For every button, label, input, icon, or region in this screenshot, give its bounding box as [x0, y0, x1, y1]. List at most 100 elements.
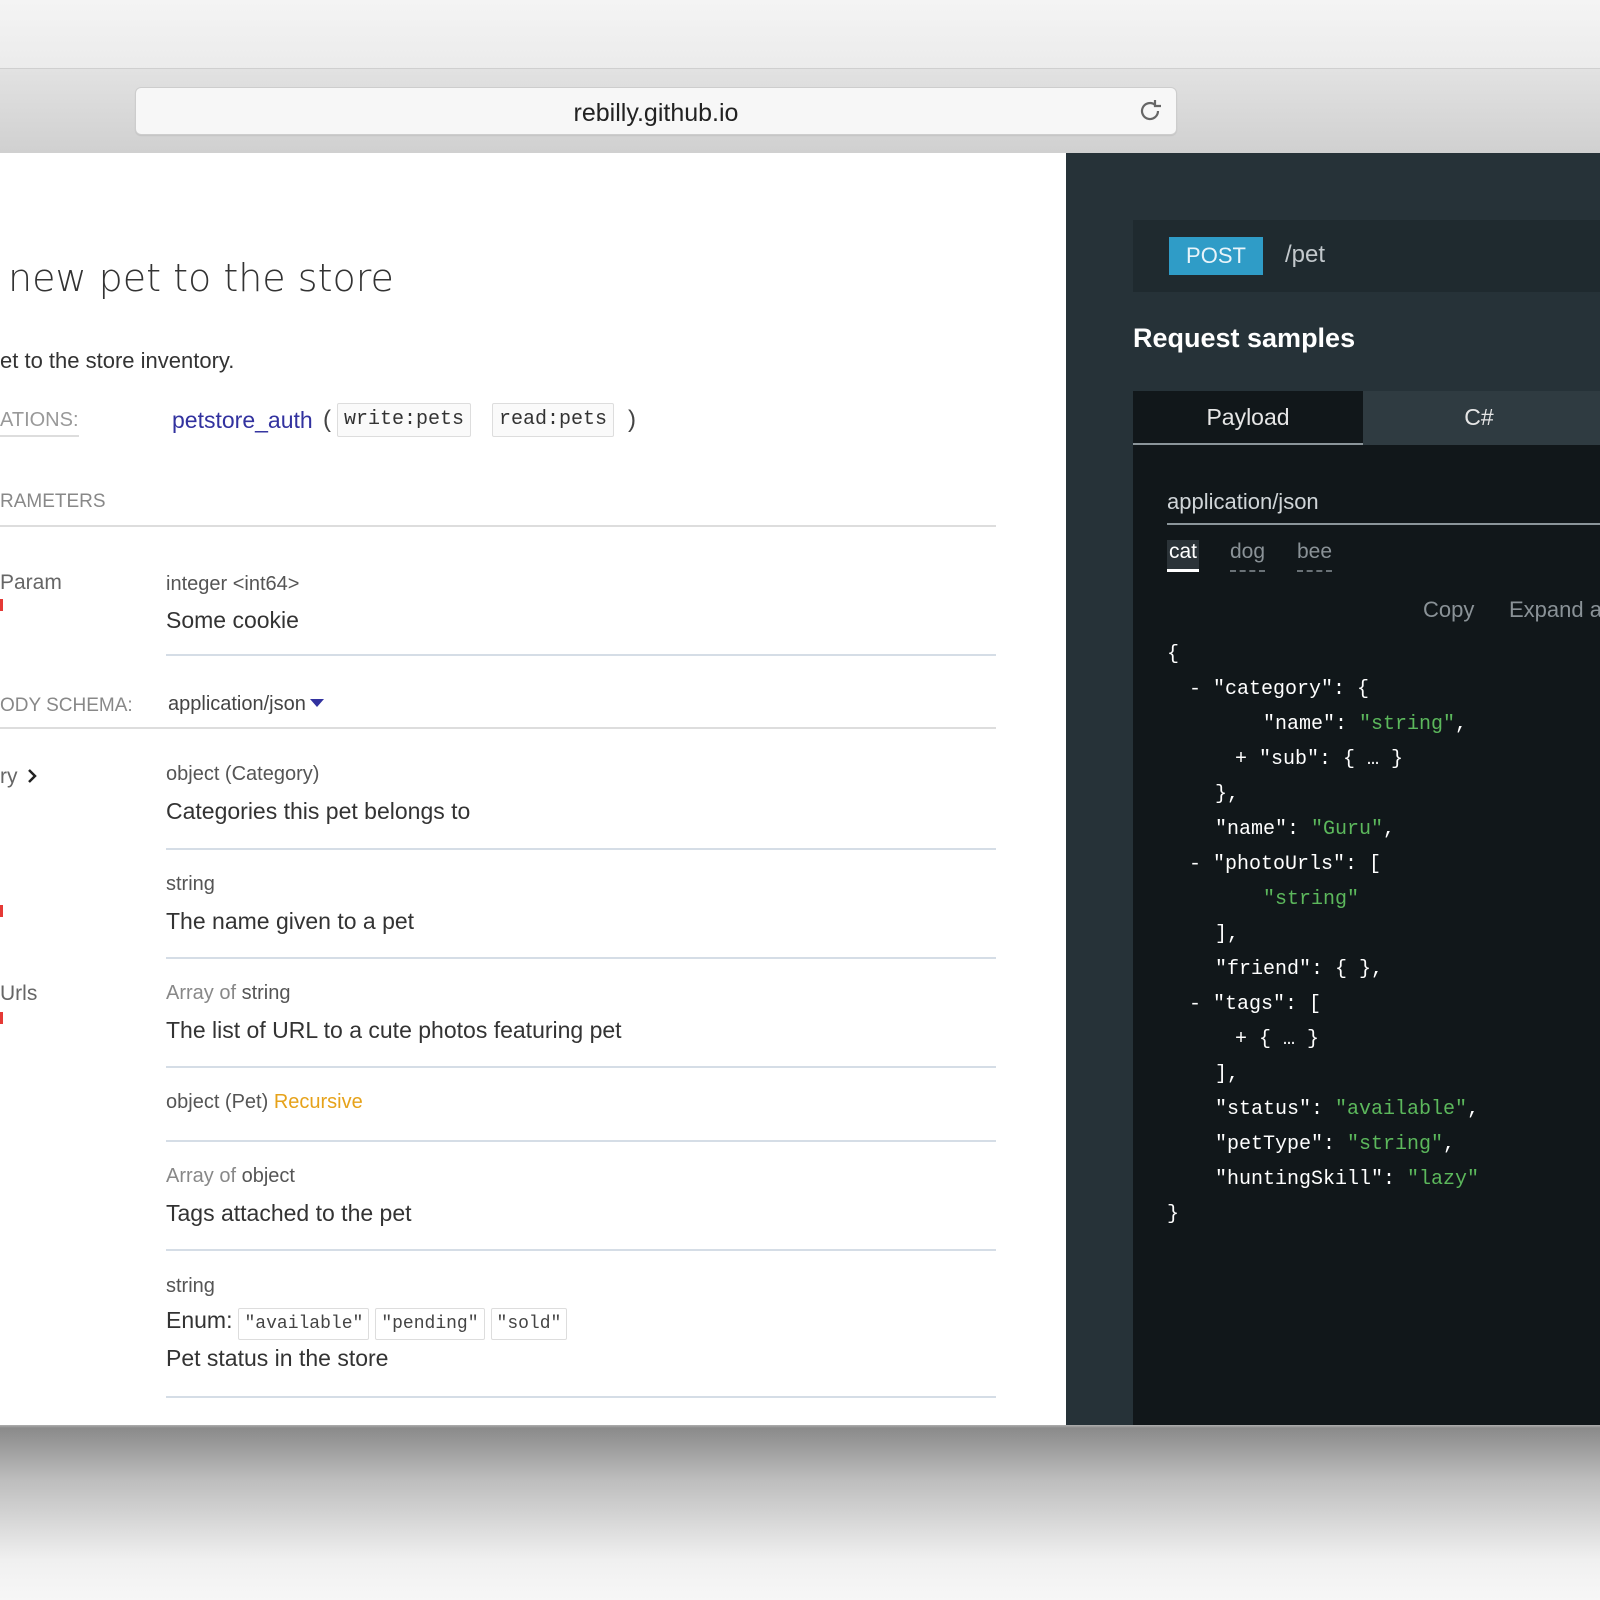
page: new pet to the store et to the store inv… — [0, 153, 1600, 1425]
row-divider — [166, 848, 996, 850]
required-mark — [0, 905, 3, 917]
enum-value: "pending" — [375, 1308, 485, 1340]
tab-payload[interactable]: Payload — [1133, 391, 1363, 445]
content-type-value: application/json — [168, 693, 306, 715]
docs-panel: new pet to the store et to the store inv… — [0, 153, 1066, 1425]
collapse-toggle[interactable]: - — [1189, 993, 1213, 1016]
enum-row: Enum: "available" "pending" "sold" — [166, 1307, 568, 1340]
code-line: "name": "string", — [1263, 713, 1468, 736]
request-samples-title: Request samples — [1133, 323, 1356, 353]
field-type-kind: object — [166, 1091, 220, 1113]
field-type: Array of string — [166, 982, 291, 1005]
code-line: "string" — [1263, 888, 1360, 911]
code-line: } — [1167, 1203, 1180, 1226]
field-type: object (Pet) Recursive — [166, 1091, 363, 1114]
code-line: }, — [1215, 783, 1240, 806]
field-type: Array of object — [166, 1165, 295, 1188]
code-line: ], — [1215, 923, 1240, 946]
sample-tabs: Payload C# — [1133, 391, 1600, 445]
row-divider — [166, 654, 996, 656]
endpoint-path: /pet — [1285, 241, 1326, 268]
param-name: Param — [0, 571, 62, 594]
enum-label: Enum: — [166, 1307, 233, 1333]
reload-icon[interactable] — [1136, 97, 1164, 125]
code-line: "huntingSkill": "lazy" — [1215, 1168, 1480, 1191]
authorizations-label: ATIONS: — [0, 409, 79, 437]
expand-toggle[interactable]: + — [1235, 1028, 1259, 1051]
body-schema-label: ODY SCHEMA: — [0, 695, 133, 716]
field-name: ry — [0, 765, 18, 788]
expand-toggle[interactable]: + — [1235, 748, 1259, 771]
field-name-toggle[interactable]: ry — [0, 765, 38, 789]
address-text: rebilly.github.io — [573, 99, 739, 127]
param-type: integer <int64> — [166, 573, 300, 595]
body-schema-row: ODY SCHEMA: application/json — [0, 691, 996, 729]
row-divider — [166, 1066, 996, 1068]
auth-open-paren: ( — [323, 406, 331, 433]
row-divider — [166, 957, 996, 959]
caret-down-icon — [309, 699, 324, 707]
samples-panel: POST /pet Request samples Payload C# app… — [1066, 153, 1600, 1425]
required-mark — [0, 599, 3, 611]
enum-value: "available" — [238, 1308, 370, 1340]
field-description: Tags attached to the pet — [166, 1200, 412, 1226]
field-type-detail: object — [236, 1165, 295, 1187]
collapse-toggle[interactable]: - — [1189, 853, 1213, 876]
field-type-detail: (Category) — [219, 763, 320, 785]
enum-value: "sold" — [490, 1308, 568, 1340]
code-line: "name": "Guru", — [1215, 818, 1396, 841]
field-description: The name given to a pet — [166, 908, 415, 934]
operation-title: new pet to the store — [8, 256, 394, 300]
example-tab-cat[interactable]: cat — [1167, 540, 1200, 572]
field-type: string — [166, 873, 215, 896]
row-divider — [166, 1140, 996, 1142]
example-tab-dog[interactable]: dog — [1230, 540, 1266, 572]
content-type-label[interactable]: application/json — [1167, 489, 1600, 525]
field-type-kind: Array of — [166, 982, 237, 1004]
code-line: "status": "available", — [1215, 1098, 1480, 1121]
code-line: "petType": "string", — [1215, 1133, 1456, 1156]
code-line: + { … } — [1235, 1028, 1320, 1051]
row-divider — [166, 1249, 996, 1251]
field-type: object (Category) — [166, 763, 319, 786]
field-description: Pet status in the store — [166, 1345, 389, 1371]
recursive-label: Recursive — [273, 1091, 363, 1113]
code-sample: application/json cat dog bee Copy Expand… — [1133, 445, 1600, 1425]
code-line: "friend": { }, — [1215, 958, 1384, 981]
field-type-kind: Array of — [166, 1165, 237, 1187]
code-line: { — [1167, 643, 1180, 666]
code-line: - "photoUrls": [ — [1189, 853, 1382, 876]
scope-tag: read:pets — [492, 403, 615, 437]
chevron-right-icon — [27, 769, 37, 783]
browser-toolbar: rebilly.github.io — [0, 68, 1600, 154]
code-line: + "sub": { … } — [1235, 748, 1404, 771]
field-description: Categories this pet belongs to — [166, 798, 471, 824]
field-name: Urls — [0, 982, 38, 1005]
row-divider — [166, 1396, 996, 1398]
operation-description: et to the store inventory. — [0, 348, 235, 373]
required-mark — [0, 1012, 3, 1024]
expand-all-button[interactable]: Expand a — [1509, 597, 1600, 623]
code-line: - "tags": [ — [1189, 993, 1322, 1016]
field-type-kind: string — [166, 873, 215, 895]
http-method-badge: POST — [1169, 237, 1263, 275]
field-type-detail: (Pet) — [219, 1091, 274, 1113]
tab-csharp[interactable]: C# — [1363, 391, 1595, 443]
content-type-dropdown[interactable]: application/json — [168, 693, 324, 716]
address-bar[interactable]: rebilly.github.io — [135, 87, 1177, 135]
code-line: ], — [1215, 1063, 1240, 1086]
scope-tag: write:pets — [337, 403, 472, 437]
parameters-header: RAMETERS — [0, 491, 996, 527]
endpoint-box[interactable]: POST /pet — [1133, 220, 1600, 292]
example-tab-bee[interactable]: bee — [1297, 540, 1333, 572]
field-type: string — [166, 1275, 215, 1298]
copy-button[interactable]: Copy — [1423, 597, 1474, 623]
parameters-header-label: RAMETERS — [0, 491, 106, 512]
field-type-kind: string — [166, 1275, 215, 1297]
auth-close-paren: ) — [628, 406, 636, 433]
param-description: Some cookie — [166, 607, 299, 633]
auth-link[interactable]: petstore_auth — [172, 407, 313, 434]
field-type-detail: string — [236, 982, 291, 1004]
code-line: - "category": { — [1189, 678, 1370, 701]
collapse-toggle[interactable]: - — [1189, 678, 1213, 701]
